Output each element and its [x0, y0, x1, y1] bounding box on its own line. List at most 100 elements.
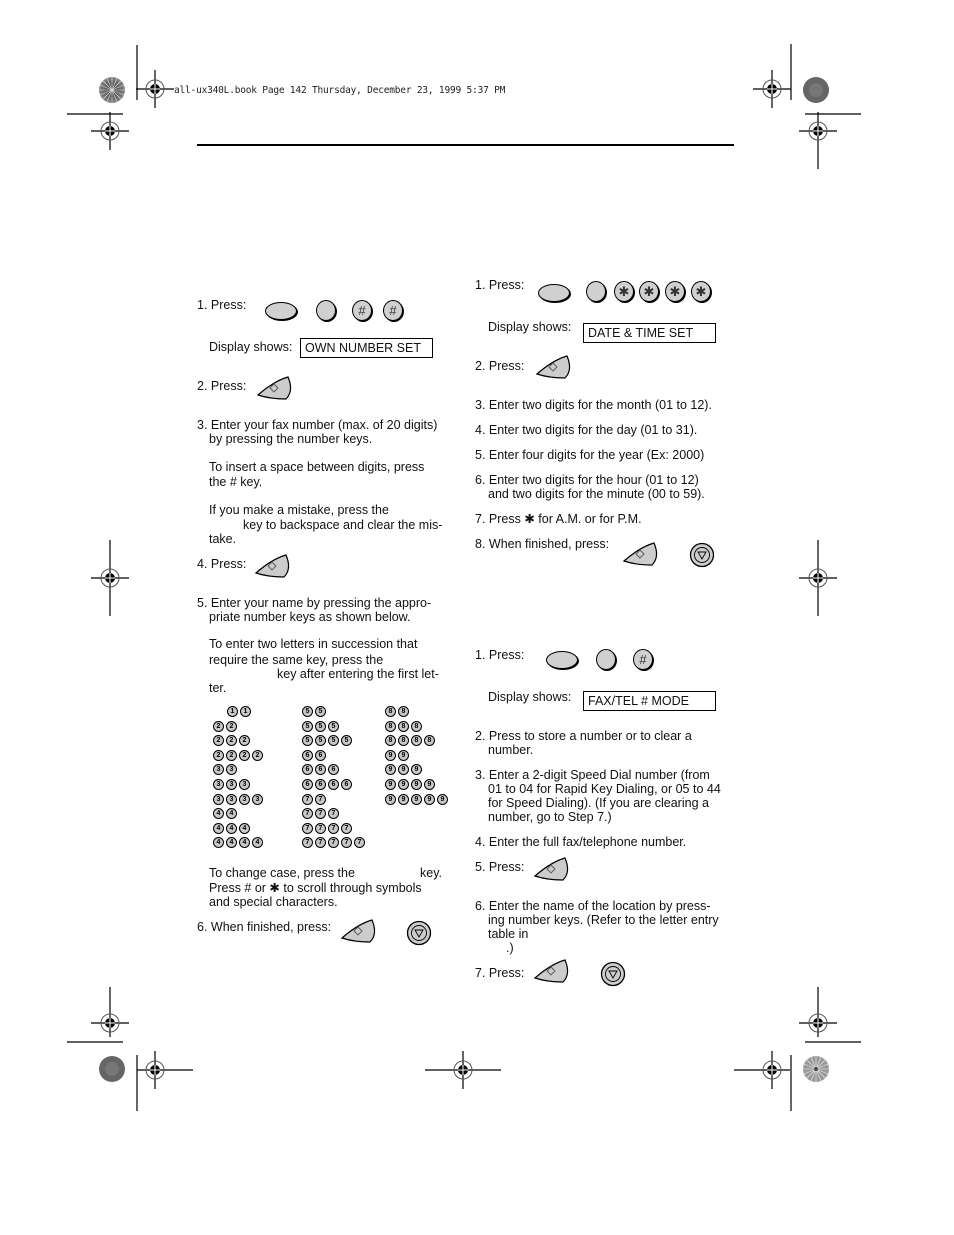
key-sequence-row: 888: [385, 715, 424, 732]
step-7-label: 7. Press:: [475, 966, 525, 980]
key-sequence-row: 555: [302, 715, 341, 732]
stop-key-icon: [600, 961, 626, 987]
step-8-label: 8. When finished, press:: [475, 537, 610, 551]
starburst-target-icon: [803, 1056, 829, 1082]
case-note: key.: [420, 866, 442, 880]
registration-target-icon: [91, 987, 129, 1037]
registration-target-icon: [91, 112, 129, 150]
key-sequence-row: 88: [385, 700, 411, 717]
key-sequence-row: 3333: [213, 788, 265, 805]
hash-key-icon: #: [383, 300, 403, 321]
step-2-label: 2. Press:: [197, 379, 247, 393]
number-key-icon: 9: [424, 793, 435, 805]
key-sequence-row: 6666: [302, 773, 354, 790]
step-6-text: table in: [488, 927, 529, 941]
step-1-label: 1. Press:: [197, 298, 247, 312]
step-2-label: 2. Press:: [475, 359, 525, 373]
step-4-label: 4. Press:: [197, 557, 247, 571]
case-note: To change case, press the: [209, 866, 355, 880]
step-3-note: If you make a mistake, press the: [209, 503, 389, 517]
step-3-text: 3. Enter two digits for the month (01 to…: [475, 398, 712, 412]
number-key-icon: 2: [252, 749, 263, 761]
star-key-icon: ✱: [614, 281, 634, 302]
step-6-text: .): [506, 941, 514, 955]
step-3-note: key to backspace and clear the mis-: [243, 518, 443, 532]
number-key-icon: 9: [411, 793, 422, 805]
key-sequence-row: 66: [302, 744, 328, 761]
round-key-icon: [316, 300, 336, 321]
start-key-icon: [254, 554, 290, 578]
key-sequence-row: 222: [213, 729, 252, 747]
number-key-icon: 9: [437, 793, 448, 805]
step-2-text: 2. Press to store a number or to clear a: [475, 729, 692, 743]
key-sequence-row: 44: [213, 802, 239, 820]
step-3-text: by pressing the number keys.: [209, 432, 373, 446]
case-note: and special characters.: [209, 895, 338, 909]
number-key-icon: 6: [328, 779, 339, 790]
step-3-text: 01 to 04 for Rapid Key Dialing, or 05 to…: [488, 782, 721, 796]
step-5-text: 5. Enter your name by pressing the appro…: [197, 596, 432, 610]
registration-target-icon: [137, 1051, 193, 1089]
key-sequence-row: 7777: [302, 817, 354, 834]
registration-target-icon: [799, 540, 837, 616]
round-key-icon: [586, 281, 606, 302]
key-sequence-row: 77: [302, 788, 328, 805]
star-key-icon: ✱: [691, 281, 711, 302]
key-sequence-row: 99999: [385, 788, 450, 805]
display-shows-label: Display shows:: [488, 690, 572, 704]
step-6-text: 6. Enter the name of the location by pre…: [475, 899, 711, 913]
number-key-icon: 2: [239, 749, 250, 761]
key-sequence-row: 777: [302, 802, 341, 820]
starburst-target-icon: [99, 77, 125, 103]
function-key-icon: [546, 651, 578, 669]
round-key-icon: [596, 649, 616, 670]
start-key-icon: [340, 919, 376, 943]
step-1-label: 1. Press:: [475, 278, 525, 292]
key-sequence-row: 77777: [302, 831, 367, 849]
step-3-note: the # key.: [209, 475, 263, 489]
step-6-text: ing number keys. (Refer to the letter en…: [488, 913, 719, 927]
step-5-note: require the same key, press the: [209, 653, 384, 667]
step-6-text: and two digits for the minute (00 to 59)…: [488, 487, 705, 501]
step-3-text: 3. Enter a 2-digit Speed Dial number (fr…: [475, 768, 710, 782]
key-sequence-row: 99: [385, 744, 411, 761]
display-shows-label: Display shows:: [488, 320, 572, 334]
lcd-display: DATE & TIME SET: [583, 323, 716, 343]
step-4-text: 4. Enter the full fax/telephone number.: [475, 835, 687, 849]
step-6-text: 6. Enter two digits for the hour (01 to …: [475, 473, 699, 487]
key-sequence-row: 999: [385, 758, 424, 776]
function-key-icon: [538, 284, 570, 302]
lcd-display: FAX/TEL # MODE: [583, 691, 716, 711]
step-5-note: ter.: [209, 681, 227, 695]
step-3-text: for Speed Dialing). (If you are clearing…: [488, 796, 709, 810]
registration-target-icon: [753, 70, 791, 108]
registration-target-icon: [440, 49, 500, 89]
step-5-text: 5. Enter four digits for the year (Ex: 2…: [475, 448, 705, 462]
key-sequence-row: 444: [213, 817, 252, 834]
number-key-icon: 1: [240, 706, 251, 717]
number-key-icon: 9: [385, 793, 396, 805]
start-key-icon: [533, 857, 569, 881]
hash-key-icon: #: [352, 300, 372, 321]
key-sequence-row: 33: [213, 758, 239, 776]
key-sequence-row: 8888: [385, 729, 437, 747]
registration-target-icon: [799, 112, 837, 169]
grey-patch-icon: [803, 77, 829, 103]
step-1-label: 1. Press:: [475, 648, 525, 662]
start-key-icon: [256, 376, 292, 400]
registration-target-icon: [91, 540, 129, 616]
step-3-note: To insert a space between digits, press: [209, 460, 425, 474]
stop-key-icon: [689, 542, 715, 568]
start-key-icon: [533, 959, 569, 983]
star-key-icon: ✱: [665, 281, 685, 302]
key-sequence-row: 2222: [213, 744, 265, 761]
step-6-label: 6. When finished, press:: [197, 920, 332, 934]
step-3-text: 3. Enter your fax number (max. of 20 dig…: [197, 418, 438, 432]
registration-target-icon: [799, 987, 837, 1037]
step-7-text: 7. Press ✱ for A.M. or for P.M.: [475, 512, 642, 526]
step-3-note: take.: [209, 532, 237, 546]
key-sequence-row: 333: [213, 773, 252, 790]
registration-target-icon: [734, 1051, 790, 1089]
key-sequence-row: 666: [302, 758, 341, 776]
step-5-text: priate number keys as shown below.: [209, 610, 411, 624]
